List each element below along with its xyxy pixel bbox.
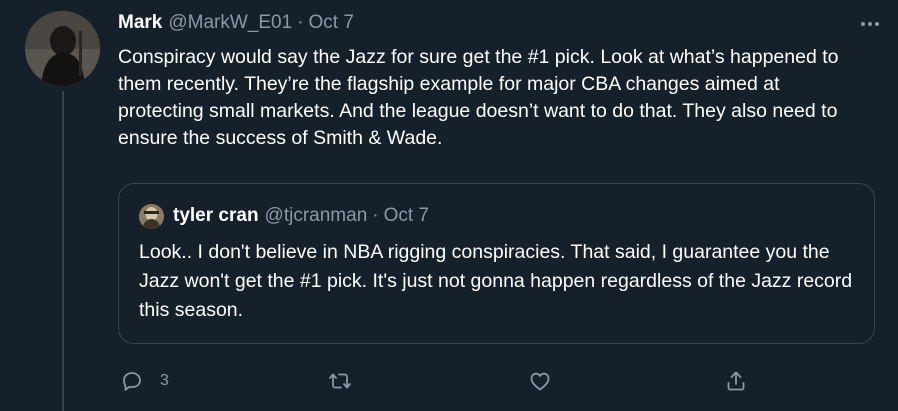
reply-button[interactable]: 3 bbox=[120, 366, 169, 396]
reply-count: 3 bbox=[160, 372, 169, 389]
tweet-date[interactable]: Oct 7 bbox=[309, 10, 354, 36]
quoted-author-handle: @tjcranman bbox=[264, 205, 368, 226]
more-horizontal-icon bbox=[861, 22, 879, 26]
tweet-actions: 3 bbox=[118, 366, 758, 396]
retweet-button[interactable] bbox=[328, 366, 352, 396]
more-options-button[interactable] bbox=[858, 12, 882, 36]
tweet-text: Conspiracy would say the Jazz for sure g… bbox=[118, 46, 839, 149]
avatar[interactable] bbox=[25, 11, 100, 86]
reply-icon bbox=[123, 372, 141, 391]
author-name[interactable]: Mark bbox=[118, 10, 162, 36]
quoted-header-separator: · bbox=[372, 205, 379, 226]
tweet[interactable]: Mark @MarkW_E01 · Oct 7 Conspiracy would… bbox=[0, 0, 898, 411]
thread-line bbox=[62, 91, 64, 411]
quoted-avatar-image bbox=[139, 203, 164, 229]
share-button[interactable] bbox=[724, 366, 748, 396]
header-separator: · bbox=[297, 12, 304, 33]
retweet-icon bbox=[329, 373, 351, 389]
quoted-author-name: tyler cran bbox=[173, 205, 259, 226]
author-handle[interactable]: @MarkW_E01 bbox=[168, 10, 292, 36]
avatar-column bbox=[0, 0, 120, 411]
quoted-tweet[interactable]: tyler cran @tjcranman · Oct 7 Look.. I d… bbox=[118, 183, 875, 344]
quoted-avatar bbox=[139, 203, 164, 229]
tweet-content: Mark @MarkW_E01 · Oct 7 Conspiracy would… bbox=[118, 10, 879, 152]
like-button[interactable] bbox=[528, 366, 552, 396]
heart-icon bbox=[530, 372, 550, 391]
tweet-header: Mark @MarkW_E01 · Oct 7 bbox=[118, 10, 878, 36]
share-icon bbox=[727, 371, 745, 391]
quoted-tweet-date: Oct 7 bbox=[383, 205, 429, 226]
quoted-tweet-header: tyler cran @tjcranman · Oct 7 bbox=[139, 202, 429, 230]
quoted-tweet-text: Look.. I don't believe in NBA rigging co… bbox=[139, 241, 853, 321]
avatar-image bbox=[25, 11, 100, 86]
